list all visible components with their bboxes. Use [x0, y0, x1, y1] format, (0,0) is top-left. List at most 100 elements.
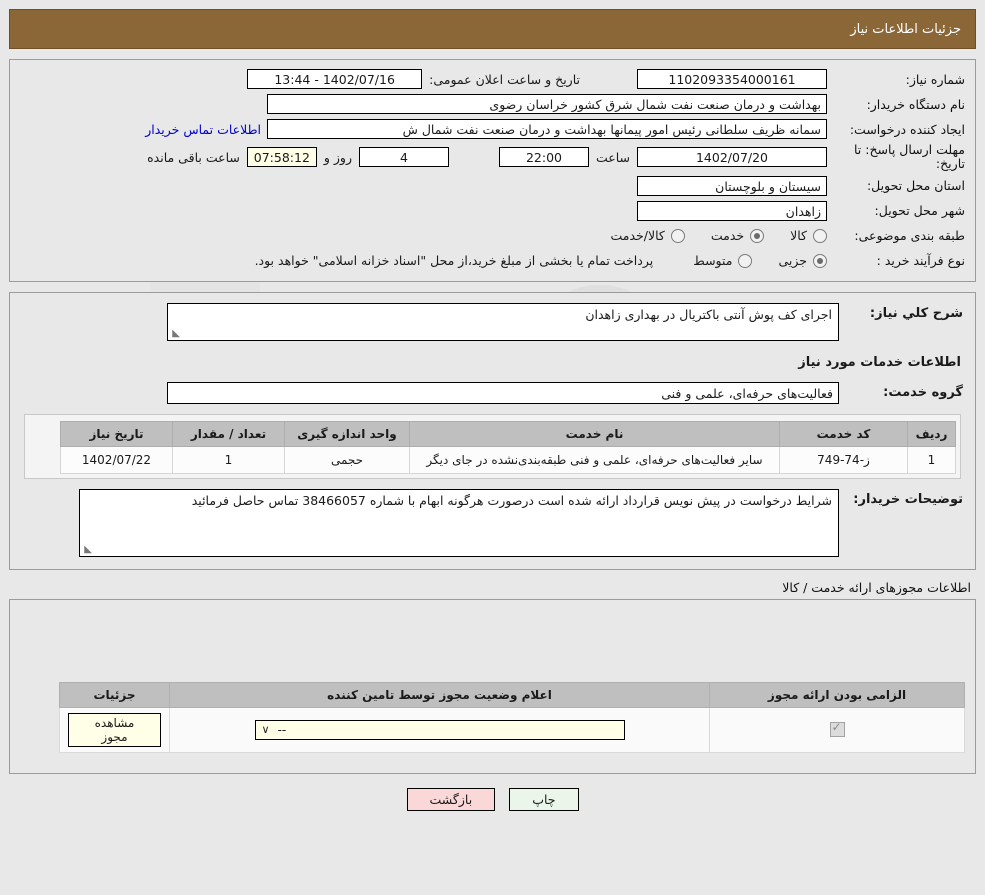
- table-row: 1 ز-74-749 سایر فعالیت‌های حرفه‌ای، علمی…: [60, 445, 956, 474]
- category-label: طبقه بندی موضوعی:: [854, 228, 965, 244]
- permits-header-row: الزامی بودن ارائه مجوز اعلام وضعیت مجوز …: [59, 681, 965, 708]
- need-number-value: 1102093354000161: [637, 69, 827, 89]
- process-radio-group: جزیی متوسط: [667, 253, 827, 268]
- announce-label: تاریخ و ساعت اعلان عمومی:: [429, 71, 580, 87]
- radio-icon[interactable]: [738, 253, 753, 268]
- row-need-number: شماره نیاز: 1102093354000161 تاریخ و ساع…: [20, 68, 965, 90]
- province-label: استان محل تحویل:: [866, 178, 965, 194]
- col-row: ردیف: [907, 420, 956, 447]
- print-button[interactable]: چاپ: [509, 787, 579, 811]
- services-table-wrapper: ردیف کد خدمت نام خدمت واحد اندازه گیری ت…: [24, 413, 961, 479]
- row-buyer-org: نام دستگاه خریدار: بهداشت و درمان صنعت ن…: [20, 93, 965, 115]
- category-option-label: کالا/خدمت: [610, 228, 665, 244]
- need-detail-panel: شرح کلي نیاز: اجرای کف پوش آنتی باکتریال…: [9, 291, 976, 570]
- category-option-kala[interactable]: کالا: [790, 228, 827, 243]
- permits-section-caption: اطلاعات مجوزهای ارائه خدمت / کالا: [782, 579, 971, 595]
- resize-grip-icon[interactable]: ◣: [82, 544, 92, 555]
- permit-status-value: --: [277, 722, 287, 737]
- radio-icon[interactable]: [813, 228, 827, 243]
- process-option-label: جزیی: [778, 253, 807, 269]
- footer-actions: چاپ بازگشت: [0, 787, 985, 811]
- cell-service-code: ز-74-749: [779, 445, 908, 474]
- row-service-group: گروه خدمت: فعالیت‌های حرفه‌ای، علمی و فن…: [22, 381, 963, 404]
- days-label: روز و: [323, 149, 352, 165]
- cell-need-date: 1402/07/22: [60, 445, 173, 474]
- service-group-label: گروه خدمت:: [883, 385, 963, 401]
- chevron-down-icon: ∨: [261, 722, 270, 736]
- need-info-panel: شماره نیاز: 1102093354000161 تاریخ و ساع…: [9, 59, 976, 282]
- deadline-label: مهلت ارسال پاسخ: تا تاریخ:: [854, 142, 965, 172]
- remaining-time-value: 07:58:12: [246, 147, 317, 168]
- permits-panel: الزامی بودن ارائه مجوز اعلام وضعیت مجوز …: [9, 598, 976, 774]
- col-service-name: نام خدمت: [409, 420, 780, 447]
- resize-grip-icon[interactable]: ◣: [170, 328, 180, 339]
- col-service-code: کد خدمت: [779, 420, 908, 447]
- services-section-heading: اطلاعات خدمات مورد نیاز: [798, 354, 961, 370]
- table-header-row: ردیف کد خدمت نام خدمت واحد اندازه گیری ت…: [60, 420, 956, 447]
- process-option-motevaset[interactable]: متوسط: [693, 253, 753, 269]
- cell-permit-required: [709, 706, 965, 753]
- permits-row: ∨ -- مشاهده مجوز: [59, 706, 965, 753]
- cell-quantity: 1: [172, 445, 285, 474]
- city-value: زاهدان: [637, 200, 827, 221]
- row-buyer-notes: توضیحات خریدار: شرایط درخواست در پیش نوی…: [22, 488, 963, 557]
- radio-icon[interactable]: [813, 253, 827, 268]
- city-label: شهر محل تحویل:: [874, 203, 965, 219]
- process-label: نوع فرآیند خرید :: [876, 253, 965, 269]
- back-button[interactable]: بازگشت: [406, 787, 496, 811]
- deadline-time-value: 22:00: [498, 147, 589, 168]
- row-purchase-process: نوع فرآیند خرید : جزیی متوسط پرداخت تمام…: [20, 250, 965, 272]
- cell-service-name: سایر فعالیت‌های حرفه‌ای، علمی و فنی طبقه…: [409, 445, 780, 474]
- buyer-contact-link[interactable]: اطلاعات تماس خریدار: [139, 122, 267, 137]
- col-permit-details: جزئیات: [59, 681, 170, 708]
- hour-label: ساعت: [595, 149, 630, 165]
- category-option-label: خدمت: [710, 228, 745, 244]
- col-permit-status: اعلام وضعیت مجوز توسط تامین کننده: [169, 681, 710, 708]
- cell-permit-details: مشاهده مجوز: [59, 706, 170, 753]
- permits-table: الزامی بودن ارائه مجوز اعلام وضعیت مجوز …: [59, 681, 965, 753]
- radio-icon[interactable]: [670, 228, 685, 243]
- remaining-label: ساعت باقی مانده: [147, 149, 240, 165]
- deadline-date-value: 1402/07/20: [637, 147, 827, 168]
- window-title-bar: جزئیات اطلاعات نیاز: [9, 9, 976, 49]
- creator-label: ایجاد کننده درخواست:: [849, 121, 965, 137]
- province-value: سیستان و بلوچستان: [637, 175, 827, 196]
- permit-required-checkbox[interactable]: [829, 720, 845, 738]
- row-need-summary: شرح کلي نیاز: اجرای کف پوش آنتی باکتریال…: [22, 302, 963, 341]
- page-title: جزئیات اطلاعات نیاز: [850, 21, 961, 37]
- row-request-creator: ایجاد کننده درخواست: سمانه ظریف سلطانی ر…: [20, 118, 965, 140]
- need-summary-label: شرح کلي نیاز:: [869, 305, 963, 321]
- buyer-notes-textarea[interactable]: شرایط درخواست در پیش نویس قرارداد ارائه …: [79, 488, 839, 557]
- need-summary-textarea[interactable]: اجرای کف پوش آنتی باکتریال در بهداری زاه…: [167, 302, 839, 341]
- category-radio-group: کالا خدمت کالا/خدمت: [584, 228, 827, 243]
- cell-unit: حجمی: [284, 445, 410, 474]
- col-need-date: تاریخ نیاز: [60, 420, 173, 447]
- category-option-khedmat[interactable]: خدمت: [710, 228, 765, 244]
- cell-row: 1: [907, 445, 956, 474]
- announce-value: 1402/07/16 - 13:44: [247, 69, 423, 89]
- row-delivery-city: شهر محل تحویل: زاهدان: [20, 200, 965, 222]
- need-number-label: شماره نیاز:: [905, 71, 965, 87]
- row-subject-category: طبقه بندی موضوعی: کالا خدمت کالا/خدمت: [20, 225, 965, 247]
- col-quantity: تعداد / مقدار: [172, 420, 285, 447]
- process-option-label: متوسط: [693, 253, 733, 269]
- buyer-org-label: نام دستگاه خریدار:: [866, 96, 965, 112]
- buyer-org-value: بهداشت و درمان صنعت نفت شمال شرق کشور خر…: [267, 94, 827, 114]
- row-delivery-province: استان محل تحویل: سیستان و بلوچستان: [20, 175, 965, 197]
- buyer-notes-label: توضیحات خریدار:: [853, 491, 963, 507]
- category-option-label: کالا: [790, 228, 807, 244]
- creator-value: سمانه ظریف سلطانی رئیس امور پیمانها بهدا…: [267, 119, 827, 139]
- category-option-kala-khedmat[interactable]: کالا/خدمت: [610, 228, 685, 244]
- col-unit: واحد اندازه گیری: [284, 420, 410, 447]
- radio-icon[interactable]: [750, 228, 765, 243]
- services-table: ردیف کد خدمت نام خدمت واحد اندازه گیری ت…: [60, 420, 956, 474]
- process-note: پرداخت تمام یا بخشی از مبلغ خرید،از محل …: [254, 253, 654, 269]
- buyer-notes-value: شرایط درخواست در پیش نویس قرارداد ارائه …: [191, 492, 832, 508]
- row-response-deadline: مهلت ارسال پاسخ: تا تاریخ: 1402/07/20 سا…: [20, 142, 965, 172]
- cell-permit-status: ∨ --: [169, 706, 710, 753]
- permit-status-select[interactable]: ∨ --: [254, 719, 625, 740]
- process-option-jozii[interactable]: جزیی: [778, 253, 827, 268]
- col-permit-required: الزامی بودن ارائه مجوز: [709, 681, 965, 708]
- service-group-value: فعالیت‌های حرفه‌ای، علمی و فنی: [167, 381, 839, 404]
- view-permit-button[interactable]: مشاهده مجوز: [68, 712, 161, 747]
